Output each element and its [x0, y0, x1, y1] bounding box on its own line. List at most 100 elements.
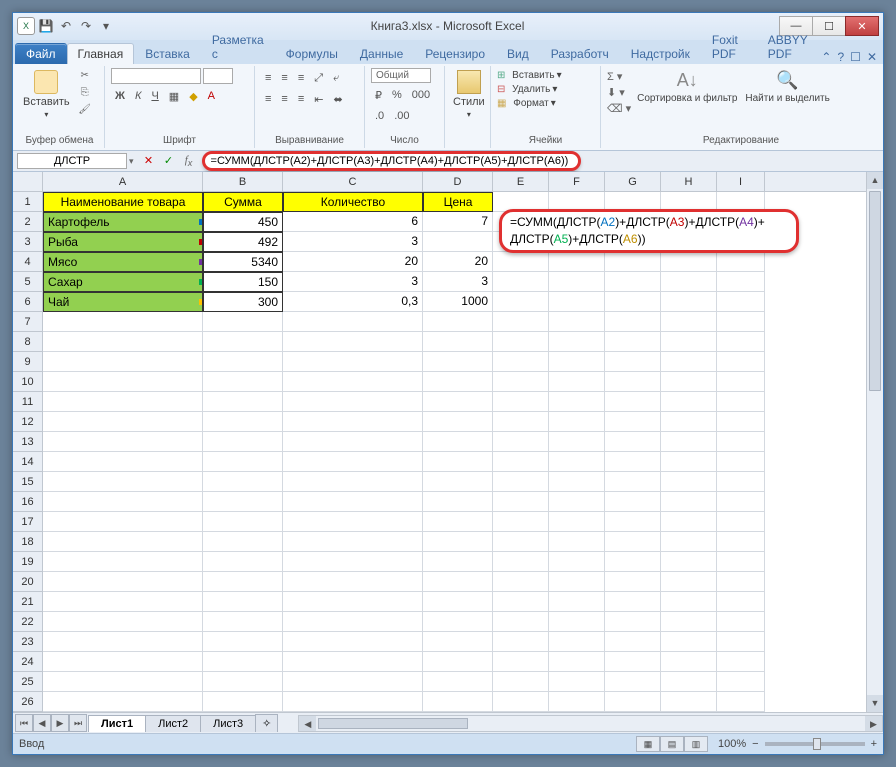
cell-sum[interactable]: 5340 [203, 252, 283, 272]
tab-abbyy[interactable]: ABBYY PDF [757, 29, 822, 64]
cell[interactable] [423, 512, 493, 532]
cell[interactable] [717, 392, 765, 412]
cell[interactable] [661, 432, 717, 452]
row-header-4[interactable]: 4 [13, 252, 42, 272]
tab-review[interactable]: Рецензиро [414, 43, 496, 64]
cell[interactable] [423, 672, 493, 692]
cell[interactable] [717, 372, 765, 392]
cell[interactable] [423, 352, 493, 372]
row-header-22[interactable]: 22 [13, 612, 42, 632]
cell[interactable] [283, 552, 423, 572]
row-header-23[interactable]: 23 [13, 632, 42, 652]
cell[interactable] [203, 632, 283, 652]
redo-icon[interactable]: ↷ [77, 17, 95, 35]
cell-price[interactable] [423, 232, 493, 252]
currency-icon[interactable]: ₽ [371, 87, 386, 104]
name-box[interactable]: ДЛСТР [17, 153, 127, 169]
cell[interactable] [43, 352, 203, 372]
cell[interactable] [493, 452, 549, 472]
cell[interactable] [423, 492, 493, 512]
undo-icon[interactable]: ↶ [57, 17, 75, 35]
col-header-D[interactable]: D [423, 172, 493, 191]
cell[interactable] [493, 272, 549, 292]
cell-name[interactable]: Чай [43, 292, 203, 312]
cell-qty[interactable]: 6 [283, 212, 423, 232]
cell[interactable] [661, 472, 717, 492]
cell[interactable] [549, 592, 605, 612]
cell[interactable] [493, 672, 549, 692]
row-header-8[interactable]: 8 [13, 332, 42, 352]
cell[interactable] [493, 252, 549, 272]
cell[interactable] [717, 472, 765, 492]
row-header-18[interactable]: 18 [13, 532, 42, 552]
cell[interactable] [605, 312, 661, 332]
cell[interactable] [203, 332, 283, 352]
cell[interactable] [493, 312, 549, 332]
cell[interactable] [549, 632, 605, 652]
cell[interactable] [549, 392, 605, 412]
view-normal-icon[interactable]: ▦ [636, 736, 660, 752]
zoom-out-icon[interactable]: − [752, 738, 758, 750]
cell-name[interactable]: Рыба [43, 232, 203, 252]
wrap-text-icon[interactable]: ⤶ [329, 70, 343, 87]
cell[interactable] [43, 372, 203, 392]
select-all-cell[interactable] [13, 172, 42, 192]
cell[interactable] [717, 692, 765, 712]
cell[interactable] [283, 692, 423, 712]
cell[interactable] [605, 652, 661, 672]
cell[interactable] [605, 692, 661, 712]
align-center-icon[interactable]: ≡ [277, 91, 291, 108]
row-header-16[interactable]: 16 [13, 492, 42, 512]
sheet-tab-new-icon[interactable]: ✧ [255, 714, 278, 732]
cell[interactable] [43, 432, 203, 452]
find-select-button[interactable]: 🔍 Найти и выделить [743, 68, 831, 106]
tab-formulas[interactable]: Формулы [275, 43, 349, 64]
cell-sum[interactable]: 300 [203, 292, 283, 312]
row-header-12[interactable]: 12 [13, 412, 42, 432]
cell[interactable] [717, 292, 765, 312]
row-header-21[interactable]: 21 [13, 592, 42, 612]
cell[interactable] [549, 572, 605, 592]
cell-qty[interactable]: 0,3 [283, 292, 423, 312]
cell[interactable] [717, 412, 765, 432]
cell-name[interactable]: Сахар [43, 272, 203, 292]
align-bot-icon[interactable]: ≡ [294, 70, 308, 87]
vertical-scrollbar[interactable]: ▲ ▼ [866, 172, 883, 712]
cell[interactable] [423, 392, 493, 412]
cell[interactable] [549, 552, 605, 572]
cell[interactable] [549, 452, 605, 472]
dec-decimal-icon[interactable]: .00 [390, 108, 413, 124]
cell[interactable] [549, 492, 605, 512]
border-button[interactable]: ▦ [165, 88, 183, 105]
close-button[interactable]: ✕ [845, 16, 879, 36]
cell[interactable] [423, 532, 493, 552]
cell[interactable] [423, 312, 493, 332]
sheet-tab-1[interactable]: Лист1 [88, 715, 146, 732]
row-header-11[interactable]: 11 [13, 392, 42, 412]
cell[interactable] [549, 372, 605, 392]
cell[interactable] [43, 312, 203, 332]
cell[interactable] [43, 572, 203, 592]
row-header-7[interactable]: 7 [13, 312, 42, 332]
cell[interactable] [605, 252, 661, 272]
cell[interactable] [661, 272, 717, 292]
cell-qty[interactable]: 20 [283, 252, 423, 272]
cell[interactable] [605, 472, 661, 492]
cells-insert-button[interactable]: ⊞ Вставить ▾ [497, 70, 562, 81]
tab-foxit[interactable]: Foxit PDF [701, 29, 757, 64]
cell[interactable] [423, 612, 493, 632]
cell[interactable] [203, 572, 283, 592]
cell[interactable] [661, 312, 717, 332]
cell[interactable] [549, 692, 605, 712]
sheet-tab-2[interactable]: Лист2 [145, 715, 201, 732]
cell[interactable] [203, 552, 283, 572]
col-header-B[interactable]: B [203, 172, 283, 191]
cell[interactable] [717, 312, 765, 332]
cell[interactable] [43, 692, 203, 712]
cell[interactable] [423, 632, 493, 652]
row-header-3[interactable]: 3 [13, 232, 42, 252]
cell[interactable] [283, 352, 423, 372]
cell[interactable] [43, 532, 203, 552]
comma-icon[interactable]: 000 [408, 87, 434, 104]
tab-addins[interactable]: Надстройк [620, 43, 701, 64]
